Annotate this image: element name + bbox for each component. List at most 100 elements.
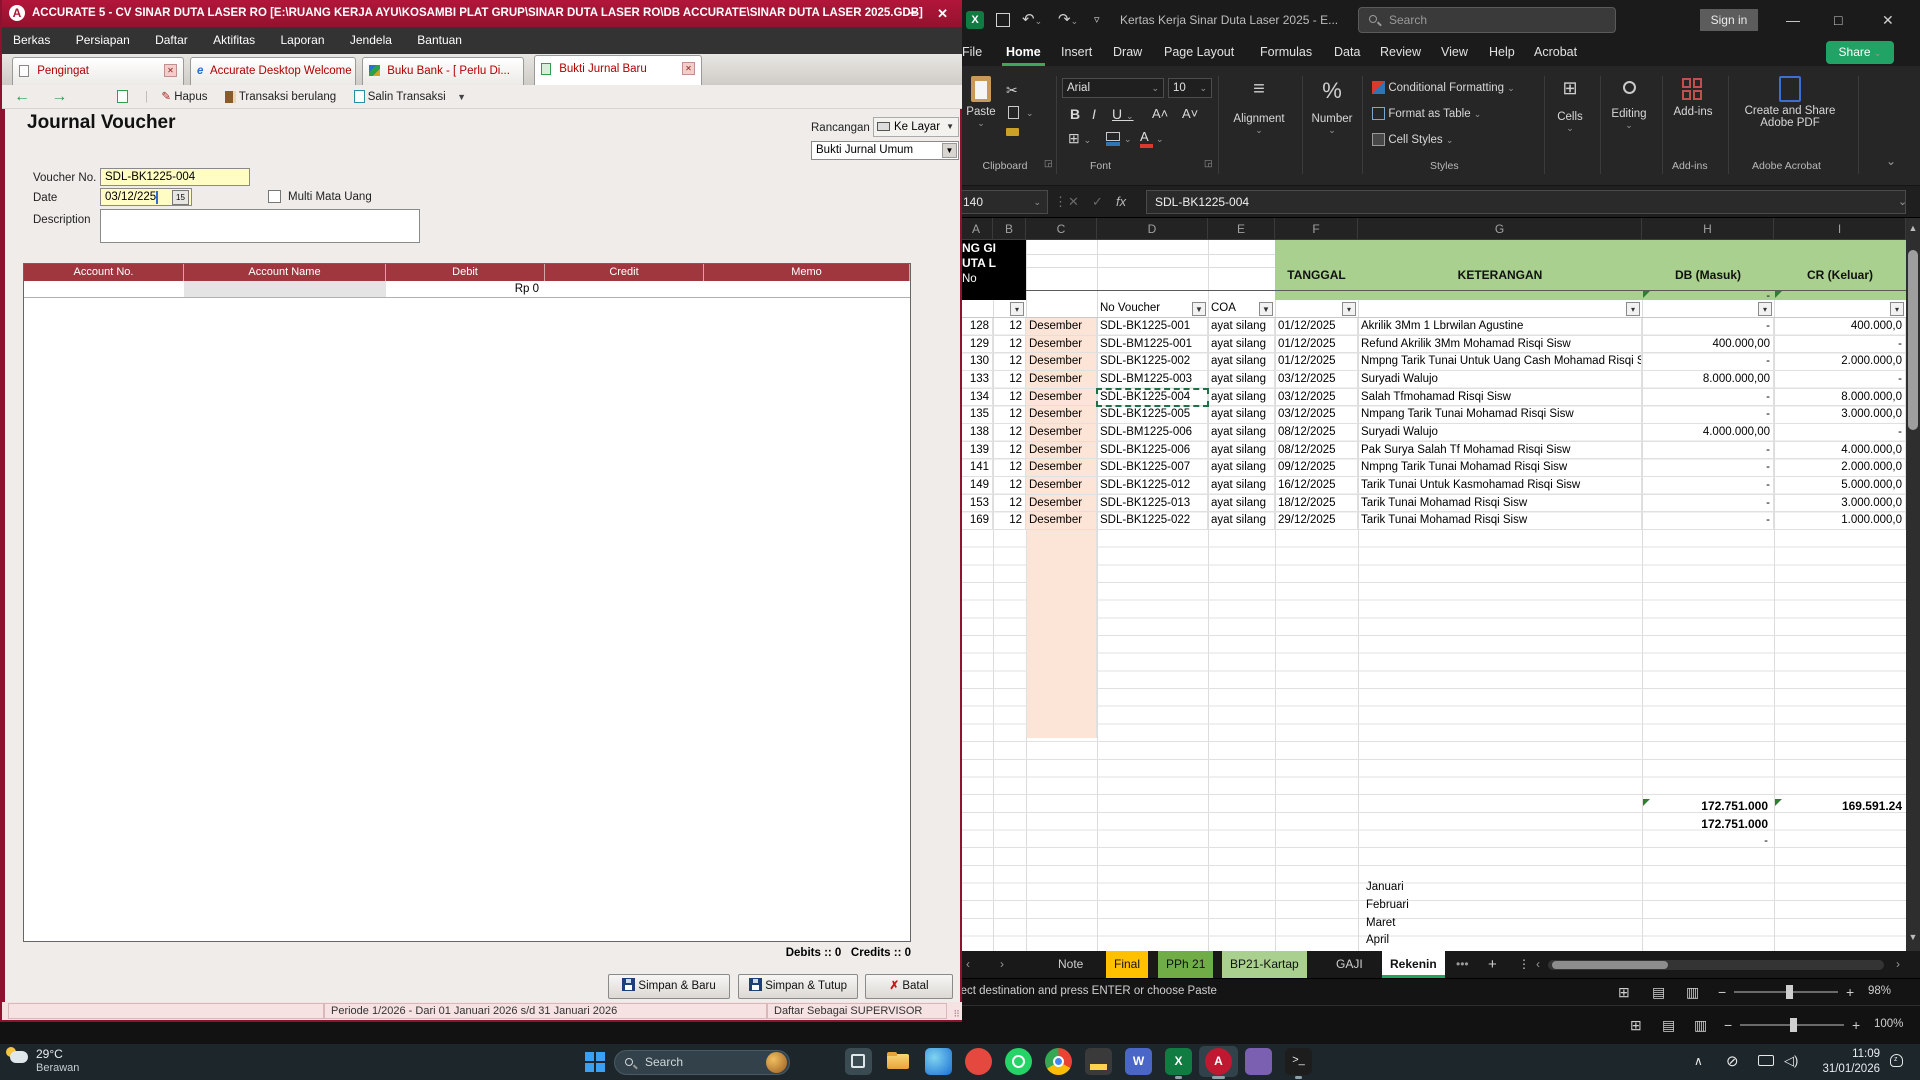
horizontal-scrollbar[interactable]: [1548, 960, 1884, 970]
cell-no[interactable]: 128: [960, 318, 993, 336]
cell-coa[interactable]: ayat silang: [1208, 336, 1275, 354]
cell-date[interactable]: 09/12/2025: [1275, 459, 1358, 477]
table-row[interactable]: Rp 0: [24, 281, 910, 298]
copy-icon[interactable]: [1008, 106, 1019, 119]
cell-cr[interactable]: -: [1774, 336, 1906, 354]
template-dropdown[interactable]: Bukti Jurnal Umum ▼: [811, 141, 959, 160]
add-ins-button[interactable]: Add-ins: [1666, 78, 1720, 118]
cell-description[interactable]: Nmpng Tarik Tunai Untuk Uang Cash Mohama…: [1358, 353, 1642, 371]
network-icon[interactable]: ⊘: [1726, 1052, 1739, 1070]
peach-column-block[interactable]: [1026, 530, 1097, 738]
cell-voucher[interactable]: SDL-BK1225-002: [1097, 353, 1208, 371]
cell-debit[interactable]: Rp 0: [386, 281, 545, 297]
tab-help[interactable]: Help: [1485, 40, 1519, 66]
cell-no[interactable]: 169: [960, 512, 993, 530]
formula-input[interactable]: SDL-BK1225-004: [1146, 190, 1906, 214]
maximize-icon[interactable]: □: [1834, 0, 1842, 40]
cells-group-button[interactable]: ⊞ Cells⌄: [1548, 78, 1592, 134]
total-cr-1[interactable]: 169.591.24: [1774, 799, 1902, 813]
cell-voucher[interactable]: SDL-BK1225-006: [1097, 442, 1208, 460]
total-db-1[interactable]: 172.751.000: [1642, 799, 1768, 813]
tab-formulas[interactable]: Formulas: [1256, 40, 1316, 66]
taskbar-search[interactable]: Search: [614, 1050, 790, 1075]
start-button[interactable]: [585, 1052, 605, 1072]
total-dash[interactable]: -: [1642, 835, 1768, 847]
cell-no[interactable]: 138: [960, 424, 993, 442]
cell-db[interactable]: -: [1642, 318, 1774, 336]
fill-color-icon[interactable]: [1106, 132, 1120, 146]
cell-month-februari[interactable]: Februari: [1362, 899, 1642, 911]
cell-day[interactable]: 12: [993, 353, 1026, 371]
cell-cr[interactable]: 4.000.000,0: [1774, 442, 1906, 460]
zoom-slider-thum[interactable]: [1786, 985, 1793, 999]
normal-view-icon[interactable]: ⊞: [1618, 984, 1630, 1001]
date-input[interactable]: 03/12/225 15: [100, 188, 192, 206]
tab-page-layout[interactable]: Page Layout: [1160, 40, 1238, 66]
photos-icon[interactable]: [965, 1048, 992, 1075]
conditional-formatting-button[interactable]: Conditional Formatting ⌄: [1372, 80, 1515, 94]
menu-berkas[interactable]: Berkas: [2, 27, 61, 54]
filter-dropdown-icon[interactable]: ▾: [1342, 302, 1356, 316]
menu-daftar[interactable]: Daftar: [144, 27, 199, 54]
tab-draw[interactable]: Draw: [1109, 40, 1146, 66]
forward-icon[interactable]: →: [51, 85, 67, 109]
number-group-button[interactable]: % Number⌄: [1306, 78, 1358, 136]
dialog-launcher-icon[interactable]: ◲: [1044, 158, 1053, 169]
menu-bantuan[interactable]: Bantuan: [406, 27, 473, 54]
cell-no[interactable]: 141: [960, 459, 993, 477]
cell-cr[interactable]: 400.000,0: [1774, 318, 1906, 336]
tab-data[interactable]: Data: [1330, 40, 1364, 66]
cell-description[interactable]: Akrilik 3Mm 1 Lbrwilan Agustine: [1358, 318, 1642, 336]
cell-voucher[interactable]: SDL-BK1225-012: [1097, 477, 1208, 495]
cell-day[interactable]: 12: [993, 424, 1026, 442]
cell-coa[interactable]: ayat silang: [1208, 495, 1275, 513]
calendar-icon[interactable]: 15: [172, 190, 189, 205]
col-header-A[interactable]: A: [960, 218, 993, 239]
cell-date[interactable]: 29/12/2025: [1275, 512, 1358, 530]
menu-jendela[interactable]: Jendela: [339, 27, 403, 54]
cell-cr[interactable]: 3.000.000,0: [1774, 495, 1906, 513]
underline-button[interactable]: U ⌄: [1112, 106, 1134, 122]
filter-dropdown-icon[interactable]: ▾: [1890, 302, 1904, 316]
tab-acrobat[interactable]: Acrobat: [1530, 40, 1581, 66]
cell-no[interactable]: 153: [960, 495, 993, 513]
zoom-in-icon[interactable]: +: [1846, 984, 1854, 1000]
create-share-pdf-button[interactable]: Create and Share Adobe PDF: [1734, 76, 1846, 129]
enter-icon[interactable]: ✓: [1092, 190, 1103, 214]
header-debit[interactable]: Debit: [386, 264, 545, 281]
cell-no[interactable]: 130: [960, 353, 993, 371]
cell-day[interactable]: 12: [993, 406, 1026, 424]
cell-month-april[interactable]: April: [1362, 934, 1642, 946]
col-header-D[interactable]: D: [1097, 218, 1208, 239]
cell-db[interactable]: 400.000,00: [1642, 336, 1774, 354]
cell-month[interactable]: Desember: [1026, 353, 1097, 371]
minimize-icon[interactable]: —: [1786, 0, 1800, 40]
cell-coa[interactable]: ayat silang: [1208, 318, 1275, 336]
italic-button[interactable]: I: [1092, 106, 1096, 122]
chrome-icon[interactable]: [1045, 1048, 1072, 1075]
copy-doc-icon[interactable]: [117, 85, 128, 109]
zoom-level[interactable]: 98%: [1868, 985, 1891, 997]
cell-credit[interactable]: [545, 281, 704, 297]
cell-month[interactable]: Desember: [1026, 495, 1097, 513]
cell-voucher[interactable]: SDL-BK1225-005: [1097, 406, 1208, 424]
sheet-tab-note[interactable]: Note: [1050, 951, 1091, 978]
scroll-up-icon[interactable]: ▲: [1906, 218, 1920, 238]
page-break-view-icon[interactable]: ▥: [1686, 984, 1699, 1001]
paste-button[interactable]: Paste⌄: [964, 76, 998, 146]
borders-icon[interactable]: ⊞ ⌄: [1068, 130, 1091, 147]
fx-icon[interactable]: fx: [1116, 190, 1126, 214]
file-explorer-icon[interactable]: [885, 1048, 912, 1075]
cell-cr[interactable]: 3.000.000,0: [1774, 406, 1906, 424]
vertical-scrollbar[interactable]: ▲ ▼: [1906, 218, 1920, 951]
page-layout-view-icon[interactable]: ▤: [1662, 1017, 1675, 1034]
search-box[interactable]: Search: [1358, 7, 1616, 33]
sheet-tab-pph21[interactable]: PPh 21: [1158, 951, 1213, 978]
cell-styles-button[interactable]: Cell Styles ⌄: [1372, 132, 1453, 146]
cell-month[interactable]: Desember: [1026, 442, 1097, 460]
cell-day[interactable]: 12: [993, 477, 1026, 495]
cell-db[interactable]: 4.000.000,00: [1642, 424, 1774, 442]
task-view-icon[interactable]: [845, 1048, 872, 1075]
dialog-launcher-icon[interactable]: ◲: [1204, 158, 1213, 169]
word-icon[interactable]: W: [1125, 1048, 1152, 1075]
